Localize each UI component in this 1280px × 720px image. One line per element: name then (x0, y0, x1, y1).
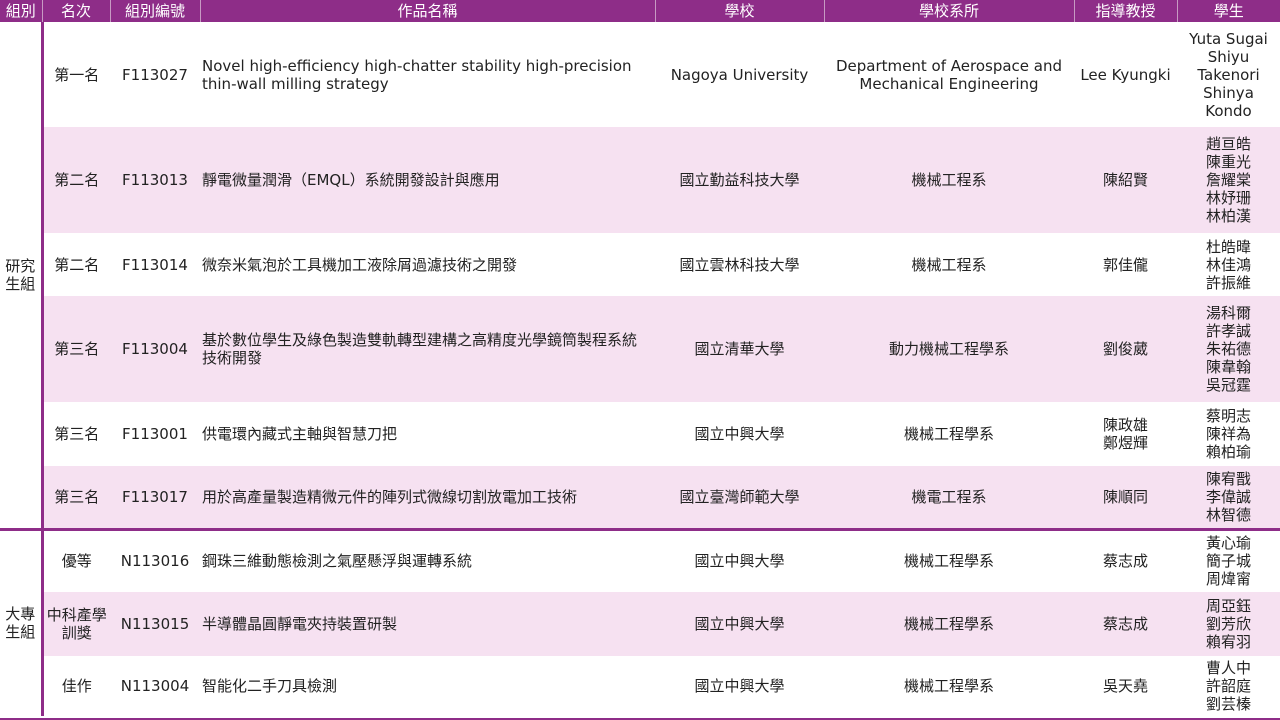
advisor-cell: 劉俊葳 (1074, 296, 1177, 402)
title-cell: Novel high-efficiency high-chatter stabi… (200, 22, 655, 127)
id-cell: F113027 (110, 22, 200, 127)
school-cell: 國立勤益科技大學 (655, 127, 824, 233)
school-cell: 國立中興大學 (655, 656, 824, 716)
rank-cell: 第三名 (42, 466, 110, 529)
title-cell: 鋼珠三維動態檢測之氣壓懸浮與運轉系統 (200, 527, 655, 592)
header-id: 組別編號 (109, 0, 200, 22)
table-row: 第二名 F113014 微奈米氣泡於工具機加工液除屑過濾技術之開發 國立雲林科技… (0, 233, 1280, 296)
students-cell: 杜皓暐 林佳鴻 許振維 (1177, 233, 1280, 296)
advisor-cell: 蔡志成 (1074, 592, 1177, 656)
title-cell: 微奈米氣泡於工具機加工液除屑過濾技術之開發 (200, 233, 655, 296)
header-title: 作品名稱 (199, 0, 655, 22)
dept-cell: 機械工程學系 (824, 592, 1074, 656)
header-row: 組別 名次 組別編號 作品名稱 學校 學校系所 指導教授 學生 (0, 0, 1280, 22)
students-cell: 湯科爾 許孝誠 朱祐德 陳韋翰 吳冠霆 (1177, 296, 1280, 402)
students-cell: 陳宥戬 李偉誠 林智德 (1177, 466, 1280, 529)
id-cell: F113017 (110, 466, 200, 529)
rank-cell: 第一名 (42, 22, 110, 127)
header-dept: 學校系所 (823, 0, 1074, 22)
advisor-cell: Lee Kyungki (1074, 22, 1177, 127)
rank-cell: 第二名 (42, 233, 110, 296)
id-cell: N113016 (110, 527, 200, 592)
id-cell: F113013 (110, 127, 200, 233)
title-cell: 用於高產量製造精微元件的陣列式微線切割放電加工技術 (200, 466, 655, 529)
school-cell: 國立中興大學 (655, 527, 824, 592)
group-label-undergraduate: 大專 生組 (0, 527, 44, 716)
header-school: 學校 (654, 0, 824, 22)
rank-cell: 中科產學 訓獎 (42, 592, 110, 656)
rank-cell: 第三名 (42, 296, 110, 402)
header-advisor: 指導教授 (1073, 0, 1177, 22)
school-cell: 國立中興大學 (655, 592, 824, 656)
id-cell: F113004 (110, 296, 200, 402)
dept-cell: 機電工程系 (824, 466, 1074, 529)
table-row: 第三名 F113004 基於數位學生及綠色製造雙軌轉型建構之高精度光學鏡筒製程系… (0, 296, 1280, 402)
dept-cell: 機械工程學系 (824, 656, 1074, 716)
school-cell: 國立清華大學 (655, 296, 824, 402)
table-row: 中科產學 訓獎 N113015 半導體晶圓靜電夾持裝置研製 國立中興大學 機械工… (0, 592, 1280, 656)
students-cell: Yuta Sugai Shiyu Takenori Shinya Kondo (1177, 22, 1280, 127)
header-rank: 名次 (41, 0, 110, 22)
header-group: 組別 (0, 0, 42, 22)
dept-cell: 機械工程學系 (824, 527, 1074, 592)
dept-cell: 機械工程系 (824, 127, 1074, 233)
title-cell: 智能化二手刀具檢測 (200, 656, 655, 716)
rank-cell: 第二名 (42, 127, 110, 233)
school-cell: 國立雲林科技大學 (655, 233, 824, 296)
rank-cell: 優等 (42, 527, 110, 592)
dept-cell: Department of Aerospace and Mechanical E… (824, 22, 1074, 127)
table-row: 第二名 F113013 靜電微量潤滑（EMQL）系統開發設計與應用 國立勤益科技… (0, 127, 1280, 233)
id-cell: N113015 (110, 592, 200, 656)
group-label-graduate: 研究 生組 (0, 22, 44, 529)
title-cell: 半導體晶圓靜電夾持裝置研製 (200, 592, 655, 656)
dept-cell: 動力機械工程學系 (824, 296, 1074, 402)
id-cell: N113004 (110, 656, 200, 716)
table-row: 大專 生組 優等 N113016 鋼珠三維動態檢測之氣壓懸浮與運轉系統 國立中興… (0, 527, 1280, 716)
advisor-cell: 蔡志成 (1074, 527, 1177, 592)
students-cell: 曹人中 許韶庭 劉芸榛 (1177, 656, 1280, 716)
table-row: 第三名 F113017 用於高產量製造精微元件的陣列式微線切割放電加工技術 國立… (0, 466, 1280, 529)
advisor-cell: 陳紹賢 (1074, 127, 1177, 233)
students-cell: 蔡明志 陳祥為 賴柏瑜 (1177, 402, 1280, 466)
dept-cell: 機械工程學系 (824, 402, 1074, 466)
rank-cell: 佳作 (42, 656, 110, 716)
school-cell: 國立臺灣師範大學 (655, 466, 824, 529)
table-row: 第三名 F113001 供電環內藏式主軸與智慧刀把 國立中興大學 機械工程學系 … (0, 402, 1280, 466)
title-cell: 供電環內藏式主軸與智慧刀把 (200, 402, 655, 466)
title-cell: 靜電微量潤滑（EMQL）系統開發設計與應用 (200, 127, 655, 233)
id-cell: F113001 (110, 402, 200, 466)
header-students: 學生 (1176, 0, 1280, 22)
table-row: 佳作 N113004 智能化二手刀具檢測 國立中興大學 機械工程學系 吳天堯 曹… (0, 656, 1280, 716)
advisor-cell: 郭佳儱 (1074, 233, 1177, 296)
advisor-cell: 吳天堯 (1074, 656, 1177, 716)
advisor-cell: 陳順同 (1074, 466, 1177, 529)
school-cell: Nagoya University (655, 22, 824, 127)
students-cell: 趙亘皓 陳重光 詹耀棠 林妤珊 林柏漢 (1177, 127, 1280, 233)
students-cell: 黃心瑜 簡子城 周煒甯 (1177, 527, 1280, 592)
awards-table: 組別 名次 組別編號 作品名稱 學校 學校系所 指導教授 學生 研究 生組 第一… (0, 0, 1280, 716)
advisor-cell: 陳政雄 鄭煜輝 (1074, 402, 1177, 466)
school-cell: 國立中興大學 (655, 402, 824, 466)
rank-cell: 第三名 (42, 402, 110, 466)
students-cell: 周亞鈺 劉芳欣 賴宥羽 (1177, 592, 1280, 656)
dept-cell: 機械工程系 (824, 233, 1074, 296)
table-row: 研究 生組 第一名 F113027 Novel high-efficiency … (0, 22, 1280, 529)
awards-table-container: 組別 名次 組別編號 作品名稱 學校 學校系所 指導教授 學生 研究 生組 第一… (0, 0, 1280, 720)
id-cell: F113014 (110, 233, 200, 296)
title-cell: 基於數位學生及綠色製造雙軌轉型建構之高精度光學鏡筒製程系統技術開發 (200, 296, 655, 402)
